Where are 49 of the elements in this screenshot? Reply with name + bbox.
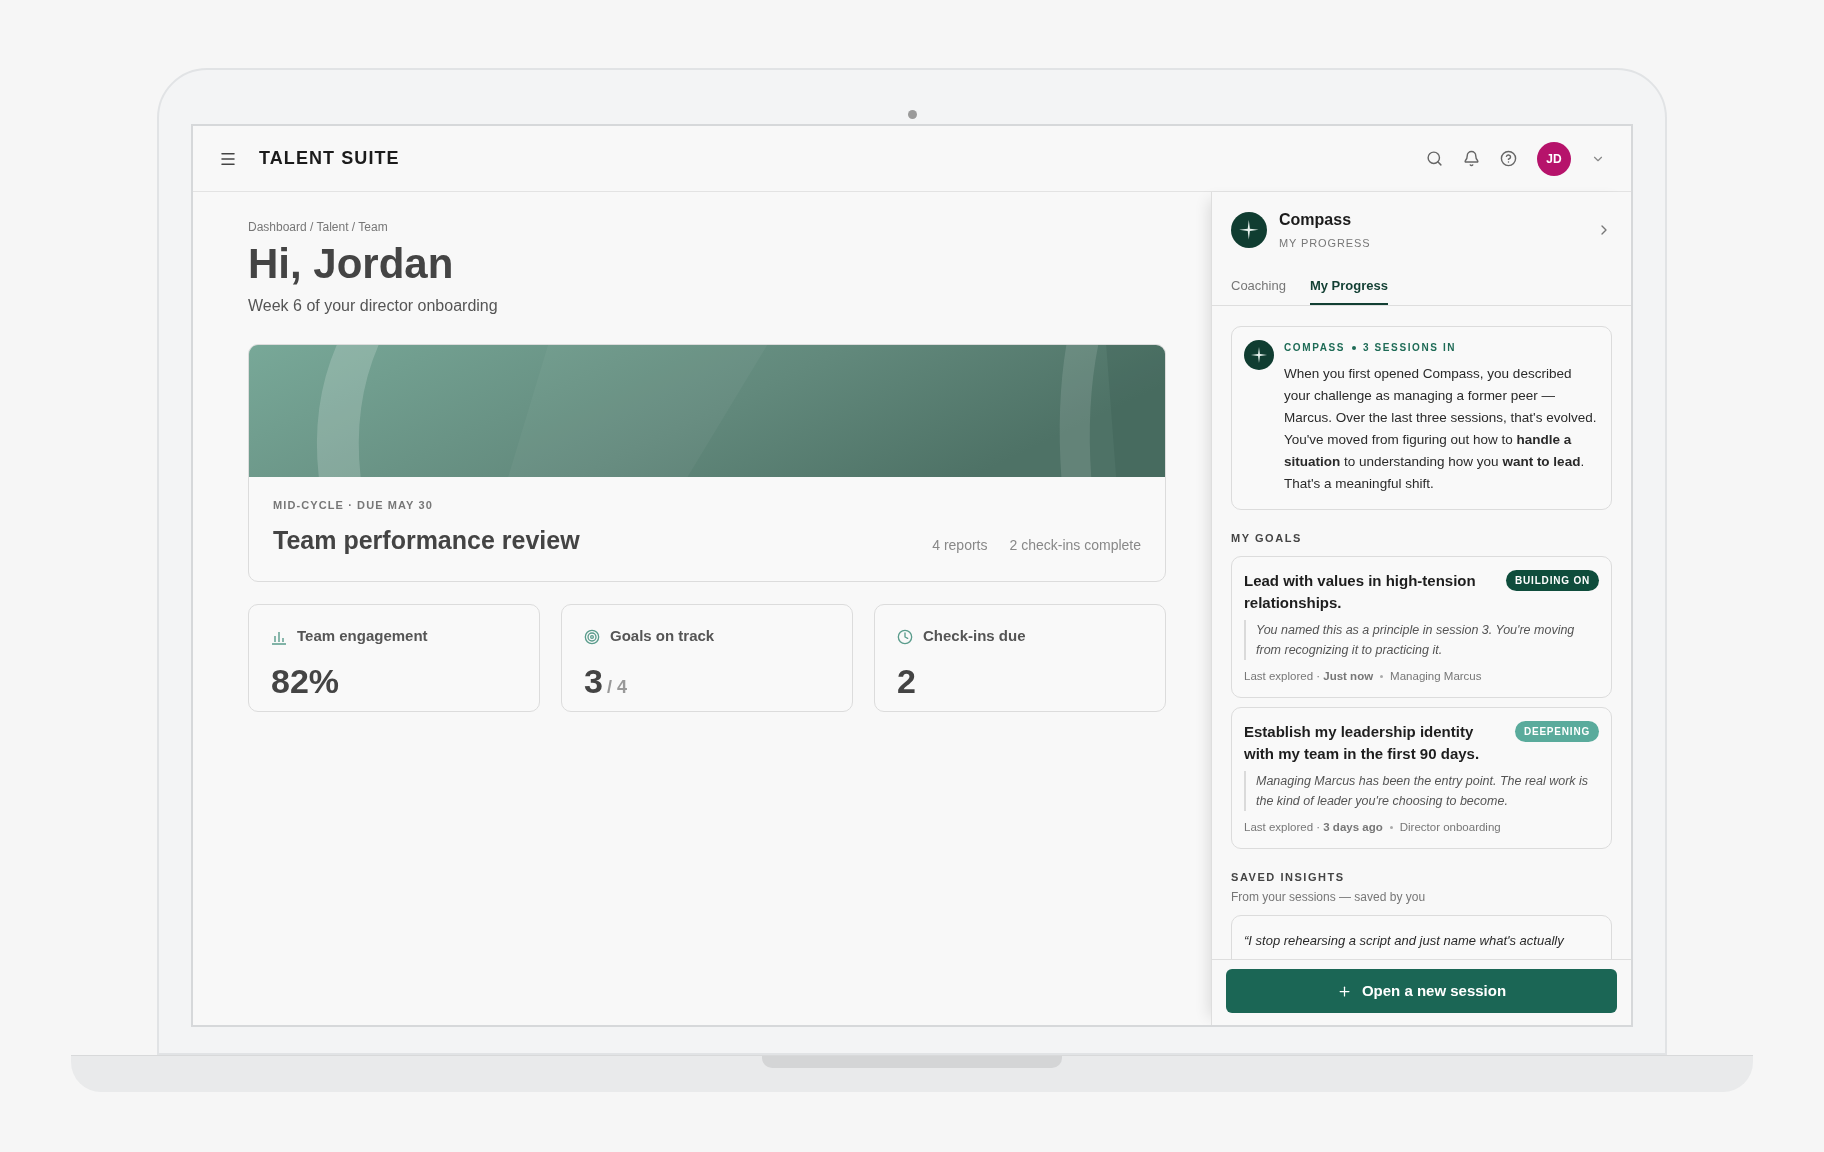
review-card[interactable]: MID-CYCLE · DUE MAY 30 Team performance review 4 reports 2 check-ins complete [248,344,1166,583]
section-heading: SAVED INSIGHTS [1231,870,1346,885]
goal-note: You named this as a principle in session 3. You're moving from recognizing it to practicing it. [1244,619,1599,660]
summary-sessions: 3 SESSIONS IN [1363,341,1457,355]
help-icon[interactable] [1500,150,1517,167]
plus-icon [1336,983,1352,999]
clock-icon [897,628,913,645]
goal-title: Establish my leadership identity with my team in the first 90 days. [1244,721,1481,764]
target-icon [584,628,600,645]
review-stat: 4 reports [932,536,988,556]
section-heading: MY GOALS [1231,531,1303,546]
summary-text: When you first opened Compass, you described your challenge as managing a former peer — Marcus. Over the last three sessions, that's evolved. You've moved from figuring out how to handle a situation to understanding how you want to lead. That's a meaningful shift. [1284,365,1598,493]
breadcrumb: Dashboard / Talent / Team [248,219,389,236]
metric-value: 82% [271,660,340,702]
goal-last-explored: Last explored · 3 days ago [1244,819,1383,835]
goal-note: Managing Marcus has been the entry point. The real work is the kind of leader you're choosing to become. [1244,770,1599,811]
panel-tab[interactable]: Coaching [1231,275,1286,305]
review-stat: 2 check-ins complete [1009,536,1141,556]
goal-status: DEEPENING [1514,720,1599,742]
metric-label: Team engagement [297,626,428,647]
goal-topic: Managing Marcus [1390,668,1482,684]
goal-title: Lead with values in high-tension relationships. [1244,570,1477,613]
metric-label: Goals on track [610,626,715,647]
new-session-button[interactable]: Open a new session [1226,969,1617,1013]
greeting-subtitle: Week 6 of your director onboarding [248,296,499,317]
panel-title: Compass [1279,210,1353,230]
greeting-heading: Hi, Jordan [248,240,455,289]
user-avatar[interactable]: JD [1537,141,1571,176]
compass-logo-icon [1231,211,1267,248]
insight-quote: “I stop rehearsing a script and just name what's actually [1244,932,1564,948]
panel-tab[interactable]: My Progress [1309,275,1388,305]
goal-status: BUILDING ON [1506,569,1599,591]
search-icon[interactable] [1426,150,1443,167]
summary-source: COMPASS [1284,341,1346,355]
goal-topic: Director onboarding [1399,819,1501,835]
metric-value: 3 [584,660,603,702]
app-title: TALENT SUITE [259,147,400,170]
review-meta: MID-CYCLE · DUE MAY 30 [273,498,434,514]
panel-subtitle: MY PROGRESS [1279,236,1371,251]
metric-label: Check-ins due [923,626,1026,647]
section-subtitle: From your sessions — saved by you [1231,888,1427,906]
notifications-icon[interactable] [1463,150,1480,167]
compass-logo-icon [1244,340,1274,370]
goal-last-explored: Last explored · Just now [1244,668,1374,684]
goal-card[interactable] [1231,706,1612,849]
metric-value: 2 [897,660,916,702]
review-title: Team performance review [273,524,580,556]
metric-total: / 4 [606,675,627,699]
goal-card[interactable]: Lead with values in high-tension relationships. BUILDING ON You named this as a principle in session 3. You're moving from recognizing it to practicing it. Last explored · Just now Managing Marcus [1231,555,1612,698]
